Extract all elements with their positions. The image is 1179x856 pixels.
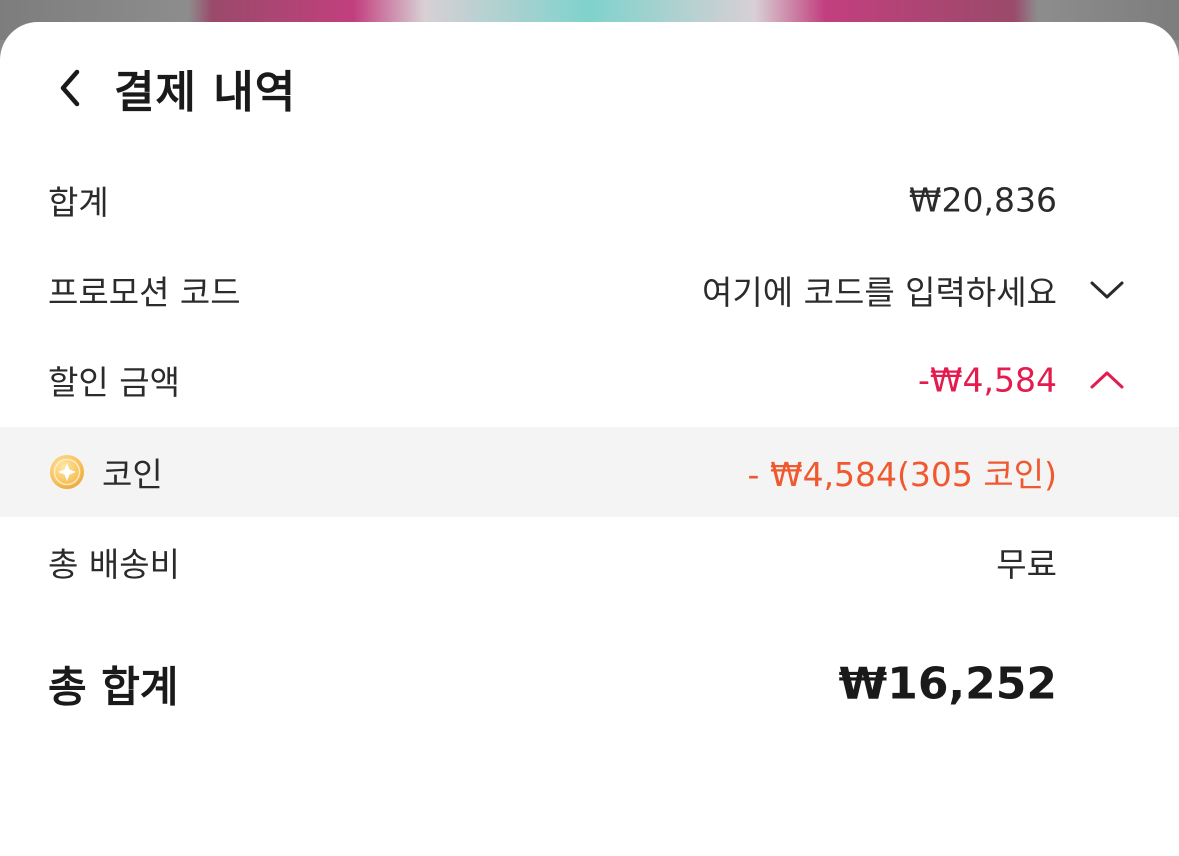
shipping-label: 총 배송비 xyxy=(48,545,180,584)
subtotal-value: ₩20,836 xyxy=(908,180,1057,220)
sheet-header: 결제 내역 xyxy=(0,22,1179,152)
grand-total-value: ₩16,252 xyxy=(838,658,1057,710)
subtotal-label: 합계 xyxy=(48,183,109,222)
promo-code-label: 프로모션 코드 xyxy=(48,273,241,312)
shipping-row: 총 배송비 무료 xyxy=(0,517,1179,607)
back-button[interactable] xyxy=(40,58,100,118)
discount-label: 할인 금액 xyxy=(48,363,180,402)
chevron-up-icon xyxy=(1090,371,1124,389)
subtotal-row: 합계 ₩20,836 xyxy=(0,155,1179,245)
coin-discount-value: - ₩4,584(305 코인) xyxy=(747,455,1057,494)
grand-total-row: 총 합계 ₩16,252 xyxy=(0,638,1179,730)
coin-label: 코인 xyxy=(102,455,163,494)
coin-discount-row: 코인 - ₩4,584(305 코인) xyxy=(0,427,1179,517)
page-title: 결제 내역 xyxy=(114,67,297,118)
discount-toggle[interactable] xyxy=(1087,360,1127,400)
shipping-value: 무료 xyxy=(996,545,1057,584)
discount-row[interactable]: 할인 금액 -₩4,584 xyxy=(0,335,1179,425)
promo-code-row[interactable]: 프로모션 코드 여기에 코드를 입력하세요 xyxy=(0,245,1179,335)
payment-details-sheet: 결제 내역 합계 ₩20,836 프로모션 코드 여기에 코드를 입력하세요 할… xyxy=(0,22,1179,856)
grand-total-label: 총 합계 xyxy=(48,662,179,712)
promo-code-toggle[interactable] xyxy=(1087,270,1127,310)
promo-code-input[interactable]: 여기에 코드를 입력하세요 xyxy=(702,266,1057,314)
chevron-left-icon xyxy=(60,69,80,107)
discount-value: -₩4,584 xyxy=(917,360,1057,400)
chevron-down-icon xyxy=(1090,281,1124,299)
coin-icon xyxy=(50,455,84,489)
